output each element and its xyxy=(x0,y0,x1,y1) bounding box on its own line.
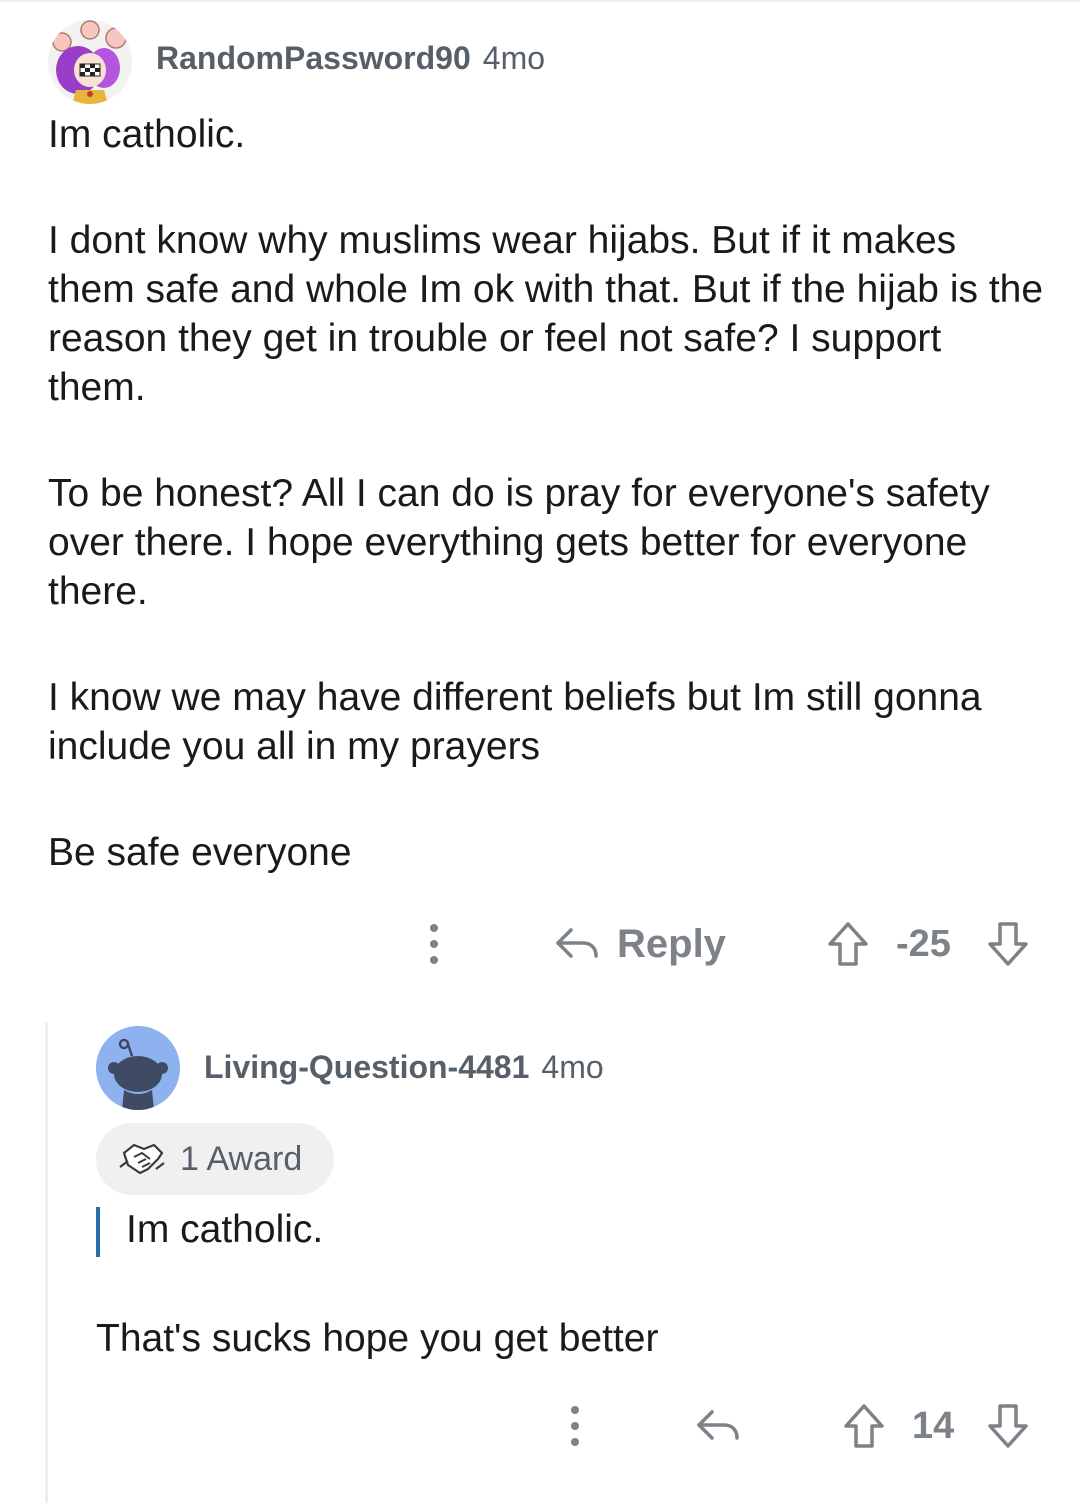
comment-paragraph: I know we may have different beliefs but… xyxy=(48,676,982,768)
reply-button[interactable]: Reply xyxy=(553,914,726,974)
quote-bar xyxy=(96,1207,100,1257)
top-divider xyxy=(0,0,1080,2)
reply-label: Reply xyxy=(617,921,726,966)
user-avatar[interactable] xyxy=(48,20,132,104)
award-label: 1 Award xyxy=(180,1139,303,1178)
comment-meta: RandomPassword90 4mo xyxy=(156,40,545,77)
user-avatar[interactable] xyxy=(96,1026,180,1110)
vote-score: 14 xyxy=(912,1396,954,1456)
vote-score: -25 xyxy=(896,914,951,974)
quoted-text: Im catholic. xyxy=(126,1208,324,1251)
upvote-button[interactable] xyxy=(842,1396,886,1456)
snoo-avatar-icon xyxy=(96,1026,180,1110)
username[interactable]: Living-Question-4481 xyxy=(204,1049,529,1086)
upvote-arrow-icon xyxy=(828,922,868,966)
upvote-button[interactable] xyxy=(826,914,870,974)
downvote-button[interactable] xyxy=(986,914,1030,974)
more-vertical-icon xyxy=(430,924,438,964)
more-options-button[interactable] xyxy=(565,1396,585,1456)
cartoon-avatar-icon xyxy=(48,20,132,104)
username[interactable]: RandomPassword90 xyxy=(156,40,471,77)
score-value: -25 xyxy=(896,922,951,965)
downvote-arrow-icon xyxy=(988,1404,1028,1448)
handshake-award-icon xyxy=(119,1143,165,1175)
downvote-button[interactable] xyxy=(986,1396,1030,1456)
reply-button[interactable] xyxy=(694,1396,742,1456)
comment-body: Im catholic. I dont know why muslims wea… xyxy=(48,110,1048,934)
comment-paragraph: I dont know why muslims wear hijabs. But… xyxy=(48,219,1044,409)
comment-paragraph: Im catholic. xyxy=(48,113,246,156)
reply-arrow-icon xyxy=(556,928,598,958)
reply-actions: 14 xyxy=(0,1396,1080,1456)
score-value: 14 xyxy=(912,1404,955,1447)
reply-arrow-icon xyxy=(697,1410,739,1440)
more-options-button[interactable] xyxy=(424,914,444,974)
comment-paragraph: Be safe everyone xyxy=(48,831,352,874)
upvote-arrow-icon xyxy=(844,1404,884,1448)
more-vertical-icon xyxy=(571,1406,579,1446)
award-badge[interactable]: 1 Award xyxy=(96,1123,334,1195)
downvote-arrow-icon xyxy=(988,922,1028,966)
reply-age: 4mo xyxy=(541,1049,604,1085)
comment-paragraph: To be honest? All I can do is pray for e… xyxy=(48,472,990,613)
reply-body: That's sucks hope you get better xyxy=(96,1317,659,1360)
comment-age: 4mo xyxy=(482,40,546,76)
reply-meta: Living-Question-4481 4mo xyxy=(204,1049,604,1086)
comment-actions: Reply -25 xyxy=(0,914,1080,974)
